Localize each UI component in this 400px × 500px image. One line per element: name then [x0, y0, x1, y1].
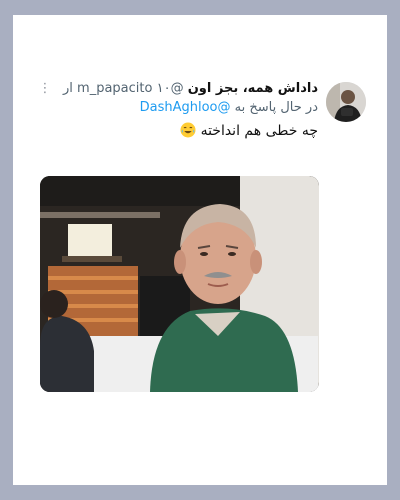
tweet-text: چه خطی هم انداخته — [34, 121, 318, 141]
tweet-body: چه خطی هم انداخته — [200, 123, 318, 139]
display-name[interactable]: داداش همه، بجز اون — [188, 81, 318, 96]
laughing-tears-emoji-icon — [180, 122, 196, 138]
reply-context: در حال پاسخ به @DashAghloo — [34, 99, 318, 117]
reply-prefix: در حال پاسخ به — [234, 100, 318, 115]
tweet-header: داداش همه، بجز اون @m_papacito ۱۰ ار — [34, 80, 318, 98]
user-avatar[interactable] — [326, 82, 366, 122]
more-vertical-icon[interactable]: ⋮ — [38, 82, 52, 96]
tweet-media-photo[interactable] — [40, 176, 319, 392]
reply-handle-link[interactable]: @DashAghloo — [140, 100, 231, 115]
